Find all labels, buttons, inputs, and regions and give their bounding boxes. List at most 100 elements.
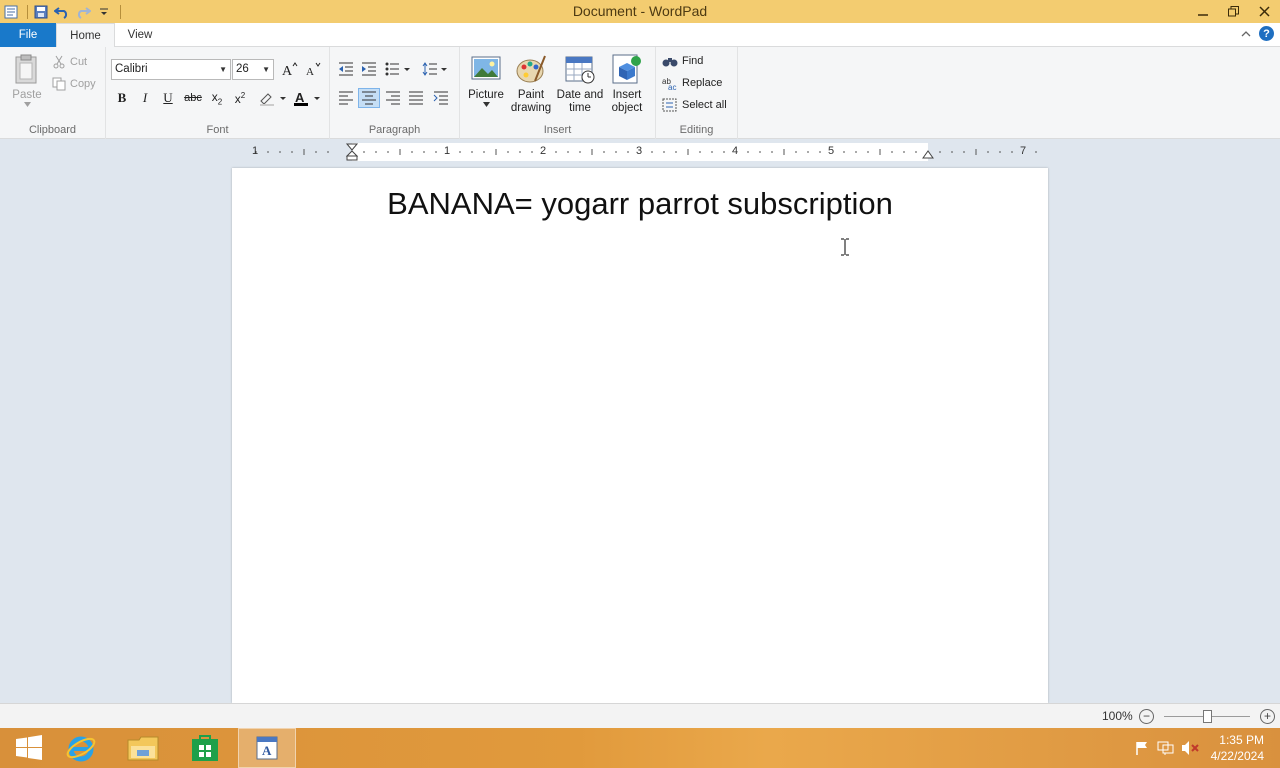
align-right-button[interactable] [382,88,404,108]
bullet-list-icon [385,62,410,76]
superscript-button[interactable]: x2 [229,88,251,108]
increase-indent-button[interactable] [358,59,380,79]
align-center-icon [362,91,376,105]
justify-button[interactable] [405,88,427,108]
grow-font-button[interactable]: A [279,59,301,79]
font-group-label: Font [206,124,229,136]
superscript-icon: x2 [234,90,246,106]
highlighter-icon [260,93,286,106]
font-family-value: Calibri [115,63,148,75]
paste-button[interactable]: Paste [8,53,46,107]
strikethrough-button[interactable]: abc [182,88,204,108]
document-page[interactable]: BANANA= yogarr parrot subscription [232,168,1048,703]
paragraph-settings-button[interactable] [430,88,452,108]
zoom-out-button[interactable]: − [1139,709,1154,724]
tab-file[interactable]: File [0,23,56,47]
picture-button[interactable]: Picture [466,53,506,107]
minimize-button[interactable] [1187,0,1218,23]
shrink-font-button[interactable]: A [302,59,324,79]
undo-icon[interactable] [53,3,71,21]
qat-separator [120,4,121,19]
paragraph-group-label: Paragraph [368,124,421,136]
cut-button[interactable]: Cut [52,52,87,72]
paint-drawing-label-line2: drawing [510,102,552,114]
taskbar-internet-explorer[interactable] [52,728,110,768]
title-bar: Document - WordPad [0,0,1280,23]
copy-label: Copy [70,78,96,90]
align-center-button[interactable] [358,88,380,108]
taskbar-wordpad[interactable]: A [238,728,296,768]
paint-palette-icon [516,55,546,83]
ruler[interactable]: 1 1 2 3 4 5 7 [232,143,1048,161]
subscript-button[interactable]: x2 [206,88,228,108]
svg-text:A: A [282,64,293,76]
taskbar-store[interactable] [176,728,234,768]
bullet-list-button[interactable] [383,59,413,79]
insert-object-icon [612,54,641,84]
save-icon[interactable] [32,3,50,21]
ruler-number: 1 [252,145,259,157]
insert-object-button[interactable]: Insert object [606,53,648,115]
font-color-button[interactable]: A [290,88,322,108]
paint-drawing-button[interactable]: Paint drawing [508,53,554,115]
chevron-down-icon [482,102,490,107]
underline-icon: U [163,90,173,105]
document-text[interactable]: BANANA= yogarr parrot subscription [232,186,1048,222]
highlight-color-button[interactable] [256,88,288,108]
close-button[interactable] [1249,0,1280,23]
redo-icon[interactable] [74,3,92,21]
zoom-in-button[interactable]: + [1260,709,1275,724]
wordpad-app-icon[interactable] [2,3,20,21]
grow-font-icon: A [282,62,298,76]
editing-group-label: Editing [679,124,714,136]
customize-qat-icon[interactable] [95,3,113,21]
align-left-button[interactable] [335,88,357,108]
speaker-muted-icon[interactable] [1181,739,1199,757]
picture-icon [471,56,501,80]
date-and-time-button[interactable]: Date and time [556,53,604,115]
taskbar-clock[interactable]: 1:35 PM 4/22/2024 [1211,732,1264,764]
date-time-label-line1: Date and [556,89,604,101]
taskbar-file-explorer[interactable] [114,728,172,768]
increase-indent-icon [362,62,376,76]
network-icon[interactable] [1157,739,1175,757]
action-center-flag-icon[interactable] [1133,739,1151,757]
help-icon[interactable]: ? [1259,26,1274,41]
ribbon-tabs: File Home View ? [0,23,1280,48]
find-button[interactable]: Find [662,51,703,71]
picture-label: Picture [468,89,504,101]
scissors-icon [53,55,65,69]
internet-explorer-icon [66,736,96,762]
select-all-label: Select all [682,99,727,111]
line-spacing-button[interactable] [420,59,450,79]
font-size-select[interactable]: 26 ▼ [232,59,274,80]
paragraph-settings-icon [433,91,448,105]
replace-label: Replace [682,77,723,89]
ruler-number: 1 [444,145,451,157]
italic-button[interactable]: I [134,88,156,108]
copy-button[interactable]: Copy [52,74,96,94]
right-indent-marker[interactable] [922,149,934,159]
date-time-label-line2: time [569,102,591,114]
bold-button[interactable]: B [111,88,133,108]
font-color-icon: A [294,90,320,106]
text-cursor-icon [841,238,849,256]
restore-button[interactable] [1218,0,1249,23]
system-tray: 1:35 PM 4/22/2024 [1133,728,1280,768]
paint-drawing-label-line1: Paint [517,89,545,101]
start-button[interactable] [0,728,58,768]
tab-home[interactable]: Home [56,23,115,48]
zoom-slider-thumb[interactable] [1203,710,1212,723]
decrease-indent-button[interactable] [335,59,357,79]
chevron-down-icon: ▼ [262,65,270,74]
store-icon [192,735,218,761]
minimize-ribbon-icon[interactable] [1241,27,1251,41]
underline-button[interactable]: U [157,88,179,108]
font-family-select[interactable]: Calibri ▼ [111,59,231,80]
font-group: Calibri ▼ 26 ▼ A A B I U abc x2 x2 A Fon… [106,47,330,139]
select-all-button[interactable]: Select all [662,95,727,115]
first-line-indent-marker[interactable] [346,143,358,161]
tab-view[interactable]: View [115,23,165,47]
replace-button[interactable]: ab ac Replace [662,73,722,93]
align-left-icon [339,91,353,105]
